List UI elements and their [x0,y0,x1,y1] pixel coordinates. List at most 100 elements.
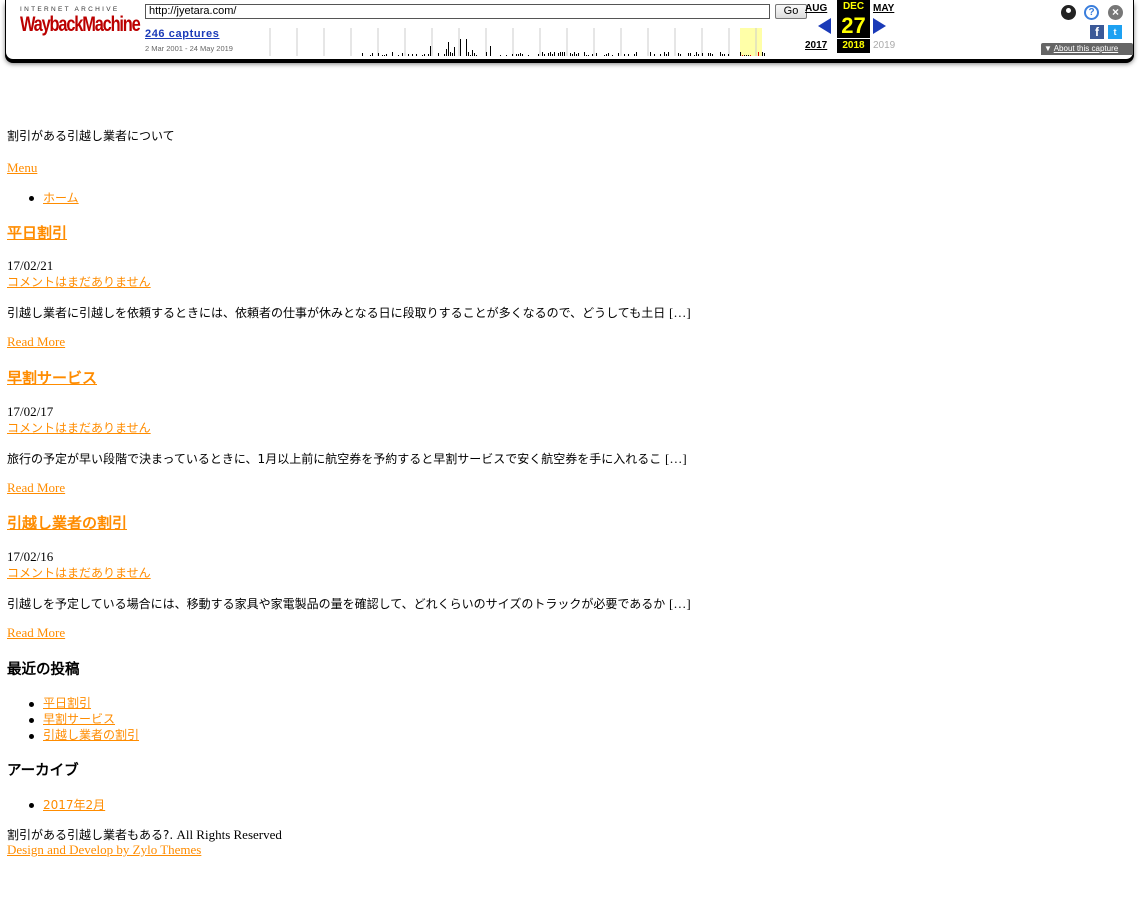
wayback-prev-month[interactable]: AUG [805,3,827,14]
sparkline-capture-bar [586,55,587,56]
site-description: 割引がある引越し業者について [7,129,175,143]
sparkline-capture-bar [378,53,379,56]
user-icon[interactable] [1061,5,1076,20]
sparkline-capture-bar [576,54,577,56]
footer-rights: All Rights Reserved [176,827,282,842]
sparkline-capture-bar [516,54,517,56]
sparkline-capture-bar [398,55,399,56]
sparkline-capture-bar [636,52,637,56]
help-icon[interactable]: ? [1084,5,1099,20]
sparkline-capture-bar [634,54,635,56]
archive-link[interactable]: 2017年2月 [43,798,105,812]
sparkline-capture-bar [584,52,585,56]
wayback-go-button[interactable]: Go [775,4,807,19]
sparkline-capture-bar [572,54,573,56]
sparkline-capture-bar [386,54,387,56]
recent-post-link[interactable]: 早割サービス [43,712,115,726]
sparkline-capture-bar [608,53,609,56]
wayback-current-month: DEC [837,0,870,14]
close-icon[interactable]: × [1108,5,1123,20]
sparkline-capture-bar [412,54,413,56]
sparkline-capture-bar [688,53,689,56]
sparkline-capture-bar [486,52,487,56]
wayback-url-input[interactable]: http://jyetara.com/ [145,4,770,19]
wayback-capture-sparkline[interactable] [250,28,772,56]
sparkline-capture-bar [402,53,403,56]
nav-link-home[interactable]: ホーム [43,191,79,205]
facebook-icon[interactable]: f [1090,25,1104,39]
sparkline-capture-bar [724,54,725,56]
sparkline-capture-bar [518,54,519,56]
menu-toggle-link[interactable]: Menu [7,160,37,176]
post-excerpt-more: […] [669,596,691,611]
sparkline-capture-bar [500,55,501,56]
post-title-link[interactable]: 引越し業者の割引 [7,514,127,532]
wayback-logo-word-a: Wayback [20,13,83,36]
wayback-captures-link[interactable]: 246 captures [145,28,219,40]
sparkline-capture-bar [746,55,747,56]
sparkline-capture-bar [560,52,561,56]
wayback-prev-capture-icon[interactable] [818,18,831,34]
sparkline-capture-bar [654,54,655,56]
read-more-link[interactable]: Read More [7,334,65,350]
post-excerpt: 引越し業者に引越しを依頼するときには、依頼者の仕事が休みとなる日に段取りすること… [7,304,691,321]
post-title-link[interactable]: 早割サービス [7,369,97,387]
sparkline-capture-bar [628,54,629,56]
sparkline-capture-bar [506,55,507,56]
recent-posts-list: 平日割引 早割サービス 引越し業者の割引 [7,695,139,743]
sparkline-capture-bar [618,53,619,56]
sparkline-capture-bar [592,54,593,56]
sparkline-capture-bar [660,54,661,56]
wayback-prev-year[interactable]: 2017 [805,40,827,51]
list-item: 早割サービス [7,711,139,727]
sparkline-capture-bar [468,52,469,56]
sparkline-capture-bar [650,52,651,56]
sparkline-capture-bar [472,50,473,56]
sparkline-capture-bar [574,52,575,56]
sparkline-capture-bar [762,52,763,56]
footer-site-name: 割引がある引越し業者もある?. [7,828,174,842]
sparkline-capture-bar [578,53,579,56]
footer-credit-link[interactable]: Design and Develop by Zylo Themes [7,842,201,858]
sparkline-capture-bar [416,54,417,56]
post-excerpt: 旅行の予定が早い段階で決まっているときに、1月以上前に航空券を予約すると早割サー… [7,450,687,467]
list-item: 平日割引 [7,695,139,711]
sparkline-capture-bar [564,52,565,56]
post-comments-link[interactable]: コメントはまだありません [7,564,151,581]
wayback-current-day: 27 [837,14,870,38]
footer-copyright: 割引がある引越し業者もある?. All Rights Reserved [7,826,282,843]
recent-post-link[interactable]: 平日割引 [43,696,91,710]
sparkline-capture-bar [606,54,607,56]
about-capture-button[interactable]: ▼ About this capture [1041,43,1133,55]
sparkline-capture-bar [474,53,475,56]
wayback-capture-range: 2 Mar 2001 - 24 May 2019 [145,44,233,53]
twitter-icon[interactable]: t [1108,25,1122,39]
sparkline-capture-bar [466,39,467,56]
sparkline-capture-bar [624,54,625,56]
read-more-link[interactable]: Read More [7,480,65,496]
sparkline-capture-bar [438,53,439,56]
list-item: 2017年2月 [7,796,105,813]
wayback-next-capture-icon[interactable] [873,18,886,34]
sparkline-capture-bar [588,55,589,56]
wayback-logo[interactable]: INTERNET ARCHIVE WaybackMachine [20,6,141,36]
post-date: 17/02/16 [7,549,54,564]
post-comments-link[interactable]: コメントはまだありません [7,273,151,290]
sparkline-capture-bar [460,39,461,56]
sparkline-current-year-highlight [740,28,762,56]
sparkline-capture-bar [490,46,491,56]
recent-post-link[interactable]: 引越し業者の割引 [43,728,139,742]
sparkline-capture-bar [528,55,529,56]
wayback-next-month[interactable]: MAY [873,3,894,14]
sparkline-capture-bar [538,54,539,56]
post-title: 引越し業者の割引 [7,512,127,533]
sparkline-capture-bar [612,55,613,56]
sparkline-capture-bar [550,52,551,56]
read-more-link[interactable]: Read More [7,625,65,641]
sparkline-capture-bar [668,52,669,56]
post-title-link[interactable]: 平日割引 [7,224,67,242]
sparkline-capture-bar [452,53,453,56]
sparkline-capture-bar [372,53,373,56]
post-comments-link[interactable]: コメントはまだありません [7,419,151,436]
recent-posts-title: 最近の投稿 [7,662,80,678]
